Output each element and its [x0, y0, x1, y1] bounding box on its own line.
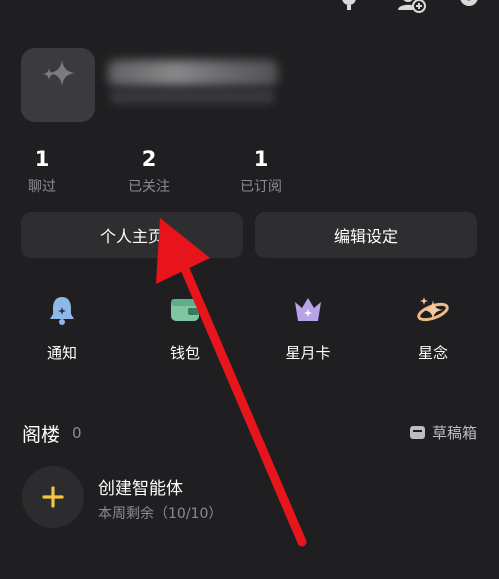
tile-label: 钱包 [169, 344, 200, 362]
tile-label: 星月卡 [285, 344, 331, 362]
stat-value: 1 [253, 147, 269, 171]
edit-settings-button[interactable]: 编辑设定 [255, 212, 477, 258]
avatar[interactable] [21, 48, 95, 122]
stat-subscribed[interactable]: 1 已订阅 [236, 146, 286, 198]
wallet-icon [167, 292, 203, 328]
drafts-box-icon [409, 426, 425, 439]
drafts-label: 草稿箱 [431, 424, 477, 442]
tile-star-moon-card[interactable]: 星月卡 [268, 292, 348, 363]
sparkle-icon [43, 60, 75, 86]
create-agent-subtitle: 本周剩余（10/10） [98, 506, 223, 522]
tile-label: 通知 [46, 344, 77, 362]
user-id-blurred [110, 90, 275, 104]
tile-label: 星念 [417, 344, 448, 362]
stat-label: 已关注 [128, 179, 170, 195]
create-agent-title[interactable]: 创建智能体 [98, 474, 183, 499]
profile-page-button[interactable]: 个人主页 [21, 212, 243, 258]
create-agent-button[interactable] [22, 466, 84, 528]
section-count: 0 [72, 424, 82, 442]
stat-label: 已订阅 [240, 179, 282, 195]
stat-chatted[interactable]: 1 聊过 [24, 146, 60, 198]
drafts-button[interactable]: 草稿箱 [409, 422, 477, 443]
stat-value: 2 [141, 147, 157, 171]
planet-star-icon [415, 292, 451, 328]
bell-icon [44, 292, 80, 328]
plus-icon [42, 486, 64, 508]
settings-icon[interactable] [456, 0, 482, 14]
stat-following[interactable]: 2 已关注 [124, 146, 174, 198]
stat-label: 聊过 [28, 179, 56, 195]
stat-value: 1 [34, 147, 50, 171]
tile-notifications[interactable]: 通知 [22, 292, 102, 363]
section-title: 阁楼 [22, 424, 61, 446]
tile-star-wish[interactable]: 星念 [393, 292, 473, 363]
tile-wallet[interactable]: 钱包 [145, 292, 225, 363]
trophy-icon[interactable] [336, 0, 362, 14]
username-blurred [108, 60, 278, 86]
add-friend-icon[interactable] [396, 0, 426, 14]
crown-icon [290, 292, 326, 328]
